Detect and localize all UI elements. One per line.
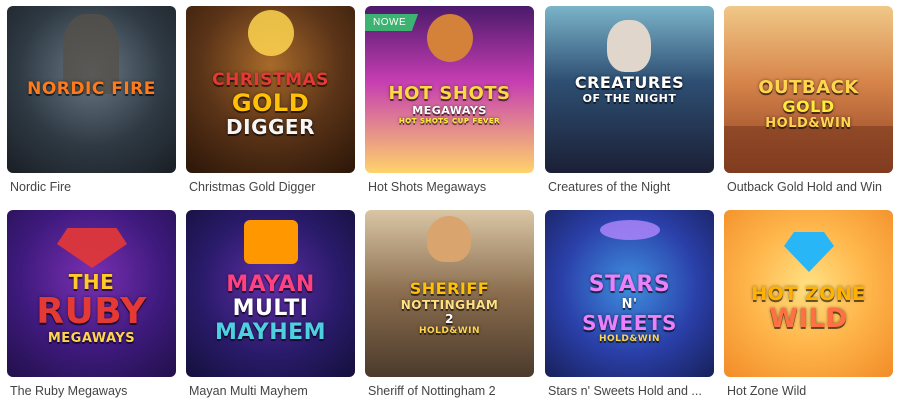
game-thumbnail[interactable]: THE RUBY MEGAWAYS	[7, 210, 176, 377]
game-title[interactable]: Outback Gold Hold and Win	[727, 180, 893, 194]
game-thumbnail[interactable]: SHERIFF NOTTINGHAM 2 HOLD&WIN	[365, 210, 534, 377]
game-card-mayan-multi-mayhem[interactable]: MAYAN MULTI MAYHEM Mayan Multi Mayhem	[186, 210, 355, 398]
game-title[interactable]: Mayan Multi Mayhem	[189, 384, 355, 398]
game-logo-text: SHERIFF	[409, 279, 490, 298]
game-logo-text: OUTBACK	[758, 77, 859, 98]
game-logo-text: NORDIC FIRE	[27, 79, 156, 99]
game-thumbnail[interactable]: OUTBACK GOLD HOLD&WIN	[724, 6, 893, 173]
game-thumbnail[interactable]: STARS N' SWEETS HOLD&WIN	[545, 210, 714, 377]
game-thumbnail[interactable]: CHRISTMAS GOLD DIGGER	[186, 6, 355, 173]
game-logo-text: MAYAN	[226, 271, 315, 297]
new-badge: NOWE	[365, 14, 419, 31]
game-logo-text: THE	[68, 270, 115, 294]
game-thumbnail[interactable]: CREATURES OF THE NIGHT	[545, 6, 714, 173]
game-logo-text: HOT SHOTS CUP FEVER	[398, 116, 501, 125]
game-card-stars-n-sweets-hold-and-win[interactable]: STARS N' SWEETS HOLD&WIN Stars n' Sweets Hol…	[545, 210, 714, 398]
game-logo-text: HOLD&WIN	[598, 333, 661, 344]
game-logo-text: HOT SHOTS	[388, 82, 511, 104]
game-card-christmas-gold-digger[interactable]: CHRISTMAS GOLD DIGGER Christmas Gold Digger	[186, 6, 355, 194]
game-card-nordic-fire[interactable]: NORDIC FIRE Nordic Fire	[7, 6, 176, 194]
game-logo-text: GOLD	[231, 89, 310, 117]
game-title[interactable]: Christmas Gold Digger	[189, 180, 355, 194]
game-card-the-ruby-megaways[interactable]: THE RUBY MEGAWAYS The Ruby Megaways	[7, 210, 176, 398]
game-logo-art: THE RUBY MEGAWAYS	[7, 210, 176, 377]
game-logo-text: SWEETS	[582, 310, 677, 335]
game-logo-art: STARS N' SWEETS HOLD&WIN	[545, 210, 714, 377]
game-logo-art: NORDIC FIRE	[7, 6, 176, 173]
game-thumbnail[interactable]: NORDIC FIRE	[7, 6, 176, 173]
game-logo-text: HOLD&WIN	[765, 116, 852, 131]
game-logo-art: CHRISTMAS GOLD DIGGER	[186, 6, 355, 173]
game-logo-art: CREATURES OF THE NIGHT	[545, 6, 714, 173]
game-logo-text: 2	[445, 312, 454, 326]
game-logo-text: MEGAWAYS	[412, 103, 487, 117]
game-logo-art: MAYAN MULTI MAYHEM	[186, 210, 355, 377]
game-logo-art: OUTBACK GOLD HOLD&WIN	[724, 6, 893, 173]
game-logo-text: MAYHEM	[214, 319, 327, 345]
game-thumbnail[interactable]: HOT SHOTS MEGAWAYS HOT SHOTS CUP FEVER NOWE	[365, 6, 534, 173]
game-logo-text: N'	[621, 296, 638, 312]
game-logo-text: HOT ZONE	[751, 283, 866, 305]
game-logo-text: GOLD	[782, 97, 835, 116]
game-logo-text: STARS	[588, 271, 671, 297]
game-logo-text: HOLD&WIN	[418, 326, 481, 336]
game-logo-art: HOT SHOTS MEGAWAYS HOT SHOTS CUP FEVER	[365, 6, 534, 173]
game-thumbnail[interactable]: HOT ZONE WILD	[724, 210, 893, 377]
game-logo-text: NOTTINGHAM	[400, 298, 499, 312]
game-title[interactable]: Stars n' Sweets Hold and ...	[548, 384, 714, 398]
game-thumbnail[interactable]: MAYAN MULTI MAYHEM	[186, 210, 355, 377]
game-logo-text: WILD	[769, 304, 848, 334]
game-grid: NORDIC FIRE Nordic Fire CHRISTMAS GOLD DIGGE…	[7, 6, 895, 400]
game-title[interactable]: Nordic Fire	[10, 180, 176, 194]
game-logo-text: RUBY	[36, 291, 147, 332]
game-logo-text: MULTI	[232, 295, 309, 321]
game-title[interactable]: Sheriff of Nottingham 2	[368, 384, 534, 398]
game-logo-art: HOT ZONE WILD	[724, 210, 893, 377]
game-logo-text: DIGGER	[226, 115, 315, 139]
game-title[interactable]: Hot Shots Megaways	[368, 180, 534, 194]
game-title[interactable]: Hot Zone Wild	[727, 384, 893, 398]
game-title[interactable]: The Ruby Megaways	[10, 384, 176, 398]
game-title[interactable]: Creatures of the Night	[548, 180, 714, 194]
game-logo-text: CREATURES	[574, 73, 685, 92]
game-logo-art: SHERIFF NOTTINGHAM 2 HOLD&WIN	[365, 210, 534, 377]
game-logo-text: MEGAWAYS	[47, 331, 136, 346]
game-logo-text: CHRISTMAS	[212, 70, 329, 90]
game-card-hot-zone-wild[interactable]: HOT ZONE WILD Hot Zone Wild	[724, 210, 893, 398]
game-card-sheriff-of-nottingham-2[interactable]: SHERIFF NOTTINGHAM 2 HOLD&WIN Sheriff of Not…	[365, 210, 534, 398]
game-card-hot-shots-megaways[interactable]: HOT SHOTS MEGAWAYS HOT SHOTS CUP FEVER NOWE…	[365, 6, 534, 194]
game-card-outback-gold-hold-and-win[interactable]: OUTBACK GOLD HOLD&WIN Outback Gold Hold and…	[724, 6, 893, 194]
game-logo-text: OF THE NIGHT	[582, 92, 677, 105]
game-card-creatures-of-the-night[interactable]: CREATURES OF THE NIGHT Creatures of the Ni…	[545, 6, 714, 194]
